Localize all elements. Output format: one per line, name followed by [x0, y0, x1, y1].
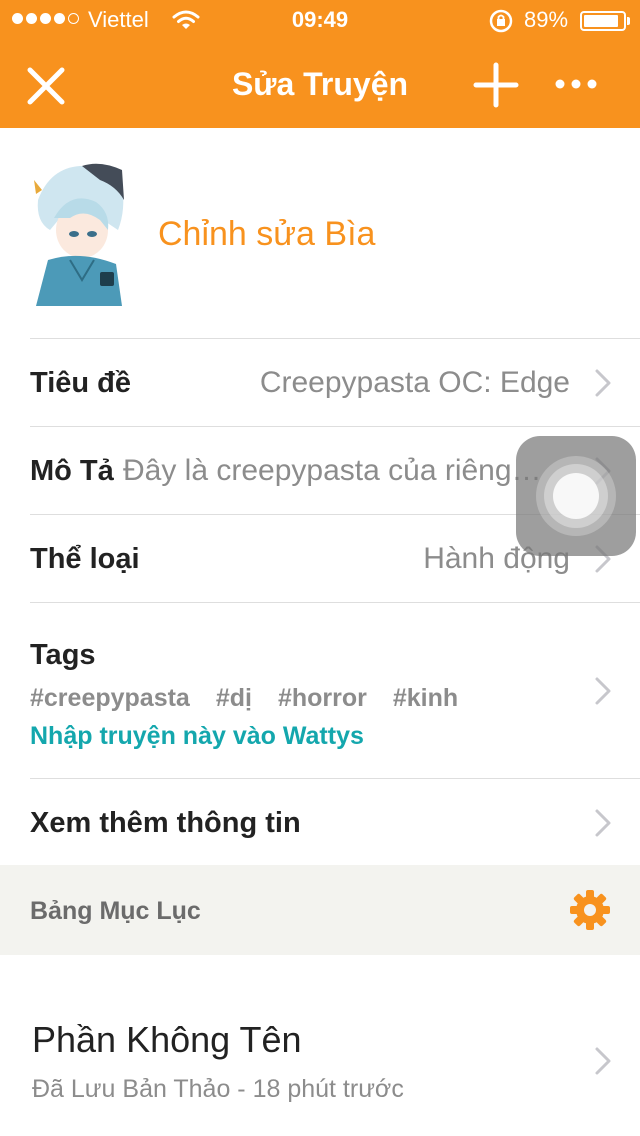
- part-list-item[interactable]: Phần Không Tên Đã Lưu Bản Thảo - 18 phút…: [0, 955, 640, 1136]
- story-cover-image[interactable]: [30, 160, 126, 306]
- description-label: Mô Tả: [30, 455, 114, 487]
- tag-item: #dị: [215, 684, 252, 712]
- title-value: Creepypasta OC: Edge: [259, 366, 570, 399]
- genre-label: Thể loại: [30, 543, 140, 575]
- edit-cover-link[interactable]: Chỉnh sửa Bìa: [158, 215, 375, 254]
- app-header: Viettel 09:49 89% Sửa Truyện: [0, 0, 640, 128]
- navigation-bar: Sửa Truyện: [0, 40, 640, 128]
- assistive-touch-button[interactable]: [516, 436, 636, 556]
- tags-label: Tags: [30, 639, 96, 671]
- toc-header: Bảng Mục Lục: [0, 865, 640, 955]
- tags-row[interactable]: Tags #creepypasta #dị #horror #kinh Nhập…: [30, 602, 640, 778]
- part-status: Đã Lưu Bản Thảo - 18 phút trước: [32, 1075, 404, 1103]
- rotation-lock-icon: [489, 9, 513, 33]
- cover-illustration: [30, 160, 126, 306]
- title-row[interactable]: Tiêu đề Creepypasta OC: Edge: [30, 338, 640, 426]
- chevron-right-icon: [595, 369, 611, 397]
- chevron-right-icon: [595, 677, 611, 705]
- chevron-right-icon: [595, 809, 611, 837]
- wattys-link[interactable]: Nhập truyện này vào Wattys: [30, 722, 364, 751]
- chevron-right-icon: [595, 1047, 611, 1075]
- more-info-row[interactable]: Xem thêm thông tin: [30, 778, 640, 865]
- title-label: Tiêu đề: [30, 367, 131, 399]
- tag-item: #horror: [277, 684, 367, 712]
- gear-icon[interactable]: [568, 888, 612, 932]
- cover-section: Chỉnh sửa Bìa: [0, 128, 640, 338]
- more-info-label: Xem thêm thông tin: [30, 807, 301, 839]
- toc-label: Bảng Mục Lục: [30, 897, 201, 925]
- tag-item: #creepypasta: [30, 684, 190, 712]
- tag-list: #creepypasta #dị #horror #kinh: [30, 684, 484, 713]
- description-value: Đây là creepypasta của riêng…: [123, 454, 542, 487]
- more-icon[interactable]: [552, 66, 600, 102]
- page-title: Sửa Truyện: [231, 66, 409, 102]
- plus-icon[interactable]: [472, 61, 520, 109]
- battery-icon: [580, 11, 626, 31]
- status-bar: Viettel 09:49 89%: [0, 0, 640, 40]
- part-title: Phần Không Tên: [32, 1019, 302, 1060]
- tag-item: #kinh: [392, 684, 459, 712]
- battery-percentage: 89%: [524, 7, 569, 32]
- battery-level: [584, 15, 618, 27]
